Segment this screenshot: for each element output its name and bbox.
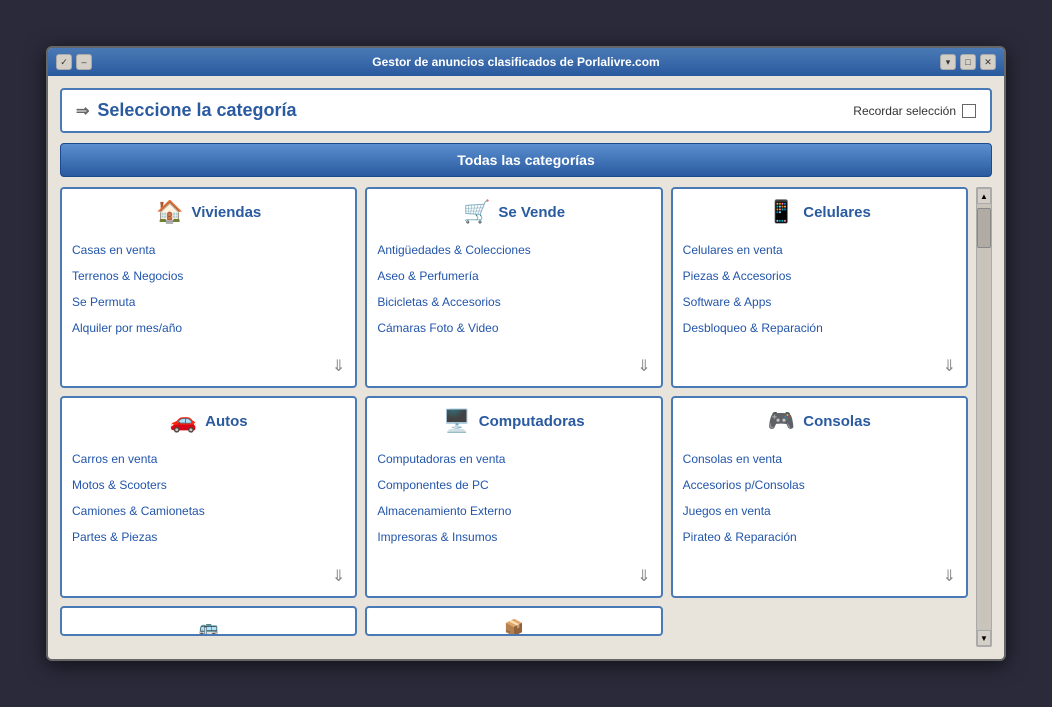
se-vende-item-3[interactable]: Cámaras Foto & Video: [377, 319, 650, 337]
consolas-item-1[interactable]: Accesorios p/Consolas: [683, 476, 956, 494]
computadoras-down-arrow-icon[interactable]: ⇓: [637, 566, 650, 586]
autos-footer: ⇓: [72, 566, 345, 586]
scrollbar[interactable]: ▲ ▼: [976, 187, 992, 647]
computadoras-item-2[interactable]: Almacenamiento Externo: [377, 502, 650, 520]
titlebar: ✓ – Gestor de anuncios clasificados de P…: [48, 48, 1004, 76]
se-vende-title: Se Vende: [498, 204, 565, 221]
viviendas-icon: 🏠: [156, 199, 183, 225]
viviendas-footer: ⇓: [72, 356, 345, 376]
category-header-celulares: 📱 Celulares: [683, 199, 956, 229]
category-header-computadoras: 🖥️ Computadoras: [377, 408, 650, 438]
consolas-item-0[interactable]: Consolas en venta: [683, 450, 956, 468]
viviendas-items: Casas en venta Terrenos & Negocios Se Perm…: [72, 241, 345, 348]
content-area: ⇒ Seleccione la categoría Recordar selec…: [48, 76, 1004, 659]
viviendas-item-1[interactable]: Terrenos & Negocios: [72, 267, 345, 285]
category-card-se-vende: 🛒 Se Vende Antigüedades & Colecciones Aseo …: [365, 187, 662, 388]
window-title: Gestor de anuncios clasificados de Porla…: [92, 55, 940, 69]
se-vende-icon: 🛒: [463, 199, 490, 225]
category-card-extra-0: 🚌: [60, 606, 357, 636]
titlebar-right-controls: ▾ □ ✕: [940, 54, 996, 70]
remember-selection-group: Recordar selección: [853, 104, 976, 118]
consolas-down-arrow-icon[interactable]: ⇓: [943, 566, 956, 586]
se-vende-item-0[interactable]: Antigüedades & Colecciones: [377, 241, 650, 259]
computadoras-items: Computadoras en venta Componentes de PC Al…: [377, 450, 650, 557]
consolas-item-3[interactable]: Pirateo & Reparación: [683, 528, 956, 546]
viviendas-title: Viviendas: [191, 204, 261, 221]
celulares-footer: ⇓: [683, 356, 956, 376]
autos-title: Autos: [205, 413, 248, 430]
remember-label: Recordar selección: [853, 104, 956, 118]
consolas-footer: ⇓: [683, 566, 956, 586]
category-card-computadoras: 🖥️ Computadoras Computadoras en venta Compo…: [365, 396, 662, 597]
category-header-viviendas: 🏠 Viviendas: [72, 199, 345, 229]
category-header-autos: 🚗 Autos: [72, 408, 345, 438]
category-card-extra-1: 📦: [365, 606, 662, 636]
all-categories-button[interactable]: Todas las categorías: [60, 143, 992, 177]
maximize-button[interactable]: □: [960, 54, 976, 70]
viviendas-item-2[interactable]: Se Permuta: [72, 293, 345, 311]
categories-area: 🏠 Viviendas Casas en venta Terrenos & Negoc…: [60, 187, 992, 647]
titlebar-left-controls: ✓ –: [56, 54, 92, 70]
consolas-title: Consolas: [803, 413, 871, 430]
computadoras-title: Computadoras: [479, 413, 585, 430]
se-vende-down-arrow-icon[interactable]: ⇓: [637, 356, 650, 376]
autos-item-3[interactable]: Partes & Piezas: [72, 528, 345, 546]
consolas-item-2[interactable]: Juegos en venta: [683, 502, 956, 520]
scroll-thumb[interactable]: [977, 208, 991, 248]
computadoras-icon: 🖥️: [443, 408, 470, 434]
computadoras-item-0[interactable]: Computadoras en venta: [377, 450, 650, 468]
consolas-icon: 🎮: [768, 408, 795, 434]
header-arrow-icon: ⇒: [76, 101, 89, 121]
se-vende-item-2[interactable]: Bicicletas & Accesorios: [377, 293, 650, 311]
scroll-down-button[interactable]: ▼: [977, 630, 991, 646]
viviendas-item-0[interactable]: Casas en venta: [72, 241, 345, 259]
remember-checkbox[interactable]: [962, 104, 976, 118]
category-header-consolas: 🎮 Consolas: [683, 408, 956, 438]
minimize-button[interactable]: ✓: [56, 54, 72, 70]
main-window: ✓ – Gestor de anuncios clasificados de P…: [46, 46, 1006, 661]
computadoras-item-3[interactable]: Impresoras & Insumos: [377, 528, 650, 546]
se-vende-items: Antigüedades & Colecciones Aseo & Perfume…: [377, 241, 650, 348]
close-button[interactable]: –: [76, 54, 92, 70]
celulares-item-1[interactable]: Piezas & Accesorios: [683, 267, 956, 285]
category-card-autos: 🚗 Autos Carros en venta Motos & Scooters Cam…: [60, 396, 357, 597]
category-header-extra-1: 📦: [377, 618, 650, 636]
extra-icon-1: 📦: [504, 618, 524, 636]
category-header-extra-0: 🚌: [72, 618, 345, 636]
extra-icon-0: 🚌: [199, 618, 219, 636]
autos-items: Carros en venta Motos & Scooters Camiones …: [72, 450, 345, 557]
autos-item-2[interactable]: Camiones & Camionetas: [72, 502, 345, 520]
header-title-group: ⇒ Seleccione la categoría: [76, 100, 297, 121]
computadoras-footer: ⇓: [377, 566, 650, 586]
consolas-items: Consolas en venta Accesorios p/Consolas Ju…: [683, 450, 956, 557]
exit-button[interactable]: ✕: [980, 54, 996, 70]
celulares-item-3[interactable]: Desbloqueo & Reparación: [683, 319, 956, 337]
category-card-viviendas: 🏠 Viviendas Casas en venta Terrenos & Negoc…: [60, 187, 357, 388]
celulares-items: Celulares en venta Piezas & Accesorios Sof…: [683, 241, 956, 348]
celulares-title: Celulares: [803, 204, 871, 221]
celulares-down-arrow-icon[interactable]: ⇓: [943, 356, 956, 376]
category-header-se-vende: 🛒 Se Vende: [377, 199, 650, 229]
autos-icon: 🚗: [170, 408, 197, 434]
celulares-item-0[interactable]: Celulares en venta: [683, 241, 956, 259]
celulares-item-2[interactable]: Software & Apps: [683, 293, 956, 311]
categories-grid: 🏠 Viviendas Casas en venta Terrenos & Negoc…: [60, 187, 968, 647]
autos-item-1[interactable]: Motos & Scooters: [72, 476, 345, 494]
se-vende-footer: ⇓: [377, 356, 650, 376]
rollup-button[interactable]: ▾: [940, 54, 956, 70]
computadoras-item-1[interactable]: Componentes de PC: [377, 476, 650, 494]
category-card-celulares: 📱 Celulares Celulares en venta Piezas & Acc…: [671, 187, 968, 388]
viviendas-item-3[interactable]: Alquiler por mes/año: [72, 319, 345, 337]
scroll-up-button[interactable]: ▲: [977, 188, 991, 204]
header-title-text: Seleccione la categoría: [97, 100, 296, 121]
se-vende-item-1[interactable]: Aseo & Perfumería: [377, 267, 650, 285]
viviendas-down-arrow-icon[interactable]: ⇓: [332, 356, 345, 376]
autos-down-arrow-icon[interactable]: ⇓: [332, 566, 345, 586]
category-card-consolas: 🎮 Consolas Consolas en venta Accesorios p/C…: [671, 396, 968, 597]
autos-item-0[interactable]: Carros en venta: [72, 450, 345, 468]
header-bar: ⇒ Seleccione la categoría Recordar selec…: [60, 88, 992, 133]
celulares-icon: 📱: [768, 199, 795, 225]
